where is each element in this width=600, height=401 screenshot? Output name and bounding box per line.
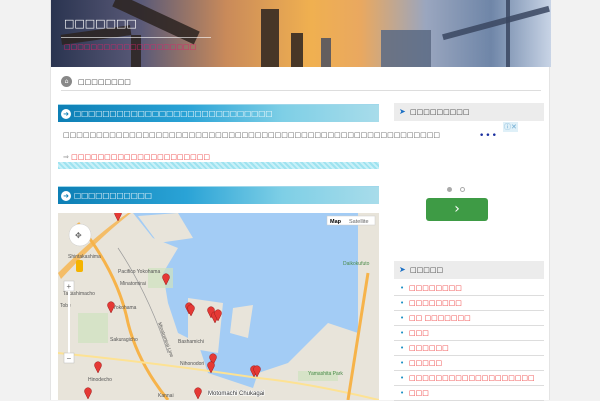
map-label: Yamashita Park (308, 371, 343, 377)
category-item[interactable]: □□□ (394, 386, 544, 401)
category-item[interactable]: □□□□□□□□ (394, 296, 544, 311)
arrow-right-icon: ➜ (61, 109, 71, 119)
map-label: Hinodecho (88, 377, 112, 383)
link-text[interactable]: □□□□□□□□□□□□□□□□□□□□□ (71, 153, 210, 161)
stripe-divider (58, 162, 379, 169)
arrow-text: ⇒ (63, 153, 69, 161)
map-heading: ➜ □□□□□□□□□□□ (58, 186, 379, 204)
map-label: Yokohama (113, 305, 137, 311)
category-item[interactable]: □□□□□□□□□□□□□□□□□□□ (394, 371, 544, 386)
ad-pager[interactable] (447, 186, 473, 194)
title-divider (61, 37, 211, 38)
map-type-satellite-button: Satellite (349, 219, 369, 225)
category-list: □□□□□□□□ □□□□□□□□ □□ □□□□□□□ □□□ □□□□□□ … (394, 281, 544, 401)
map-label: Kannai (158, 393, 174, 399)
pegman-icon (76, 260, 83, 272)
detail-link[interactable]: ⇒ □□□□□□□□□□□□□□□□□□□□□ (63, 153, 210, 161)
sidebar-categories-heading: ➤ □□□□□ (394, 261, 544, 279)
breadcrumb: ⌂ □□□□□□□□ (61, 76, 541, 91)
map-label: Motomachi Chukagai (208, 391, 264, 397)
site-tagline: □□□□□□□□□□□□□□□□□□□□ (64, 43, 197, 51)
site-header: □□□□□□□ □□□□□□□□□□□□□□□□□□□□ (51, 0, 551, 67)
map-label: Daikokufuto (343, 261, 370, 267)
chevron-right-icon: ➤ (399, 265, 406, 274)
map-label: Shintakashima (68, 254, 101, 260)
ad-info-close-icon[interactable]: ⓘ✕ (503, 122, 518, 132)
ad-heading-text: □□□□□□□□□ (410, 108, 470, 116)
map-label: Takashimacho (63, 291, 95, 297)
map-label: Nihonodori (180, 361, 204, 367)
sidebar-ad-heading: ➤ □□□□□□□□□ (394, 103, 544, 121)
category-item[interactable]: □□□□□□ (394, 341, 544, 356)
map-label: Minatomirai (120, 281, 146, 287)
arrow-right-icon: ➜ (61, 191, 71, 201)
breadcrumb-current: □□□□□□□□ (78, 78, 131, 86)
category-item[interactable]: □□ □□□□□□□ (394, 311, 544, 326)
categories-heading-text: □□□□□ (410, 266, 444, 274)
category-item[interactable]: □□□□□□□□ (394, 281, 544, 296)
svg-text:+: + (67, 282, 72, 291)
pager-dot[interactable] (460, 187, 465, 192)
map-title: □□□□□□□□□□□ (74, 191, 152, 200)
google-map[interactable]: Shintakashima Pacifico Yokohama Minatomi… (58, 213, 379, 400)
map-type-map-button: Map (330, 219, 342, 225)
pan-arrows-icon: ✥ (75, 231, 82, 240)
map-label: Sakuragicho (110, 337, 138, 343)
home-icon[interactable]: ⌂ (61, 76, 72, 87)
section-title: □□□□□□□□□□□□□□□□□□□□□□□□□□□□ (74, 109, 273, 118)
section-body: □□□□□□□□□□□□□□□□□□□□□□□□□□□□□□□□□□□□□□□□… (63, 131, 440, 139)
ad-loading-dots: ••• (479, 131, 498, 141)
page-container: □□□□□□□ □□□□□□□□□□□□□□□□□□□□ ⌂ □□□□□□□□ … (50, 0, 551, 401)
category-item[interactable]: □□□ (394, 326, 544, 341)
ad-next-button[interactable]: › (426, 198, 488, 221)
section-heading: ➜ □□□□□□□□□□□□□□□□□□□□□□□□□□□□ (58, 104, 379, 122)
category-item[interactable]: □□□□□ (394, 356, 544, 371)
chevron-right-icon: ➤ (399, 107, 406, 116)
map-label: Bashamichi (178, 339, 204, 345)
svg-text:−: − (67, 354, 72, 363)
pager-dot-active[interactable] (447, 187, 452, 192)
map-label: Pacifico Yokohama (118, 269, 160, 275)
site-title[interactable]: □□□□□□□ (64, 17, 137, 30)
